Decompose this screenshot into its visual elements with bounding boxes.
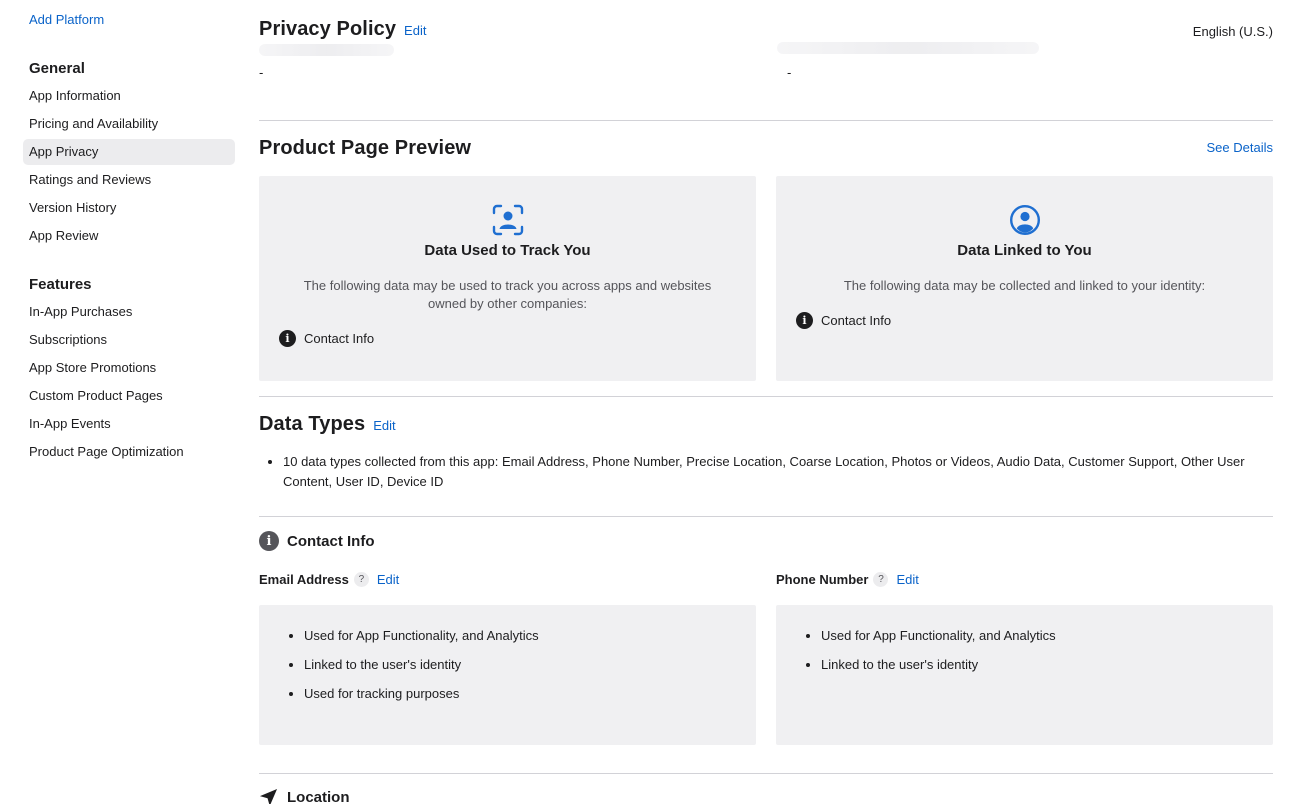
email-address-label: Email Address <box>259 572 349 587</box>
sidebar-item-custom-product-pages[interactable]: Custom Product Pages <box>23 383 235 409</box>
help-icon[interactable]: ? <box>353 572 369 587</box>
product-page-preview-title: Product Page Preview <box>259 137 472 159</box>
add-platform-link[interactable]: Add Platform <box>29 12 104 27</box>
divider <box>259 396 1273 397</box>
email-address-usage-card: Used for App Functionality, and Analytic… <box>259 605 756 745</box>
contact-info-header: i Contact Info <box>259 531 375 551</box>
linked-card-description: The following data may be collected and … <box>843 278 1206 293</box>
info-icon: i <box>259 531 279 551</box>
nav-group-general-title: General <box>29 60 85 77</box>
sidebar-item-app-review[interactable]: App Review <box>23 223 235 249</box>
sidebar-item-subscriptions[interactable]: Subscriptions <box>23 327 235 353</box>
phone-number-edit-link[interactable]: Edit <box>896 572 918 587</box>
list-item: Used for App Functionality, and Analytic… <box>304 627 539 656</box>
data-types-summary: 10 data types collected from this app: E… <box>283 452 1273 492</box>
data-types-edit-link[interactable]: Edit <box>373 418 395 433</box>
track-card-item-label: Contact Info <box>304 331 375 346</box>
sidebar-item-app-privacy[interactable]: App Privacy <box>23 139 235 165</box>
redacted-label <box>777 42 1039 54</box>
privacy-policy-edit-link[interactable]: Edit <box>404 23 426 38</box>
sidebar-item-pricing-and-availability[interactable]: Pricing and Availability <box>23 111 235 137</box>
track-card: Data Used to Track You The following dat… <box>259 176 756 381</box>
location-title: Location <box>287 789 350 804</box>
email-address-label-row: Email Address ? Edit <box>259 572 399 587</box>
info-icon: i <box>279 330 296 347</box>
email-address-usage-list: Used for App Functionality, and Analytic… <box>304 627 539 714</box>
person-circle-icon <box>1009 204 1040 236</box>
email-address-edit-link[interactable]: Edit <box>377 572 399 587</box>
privacy-policy-url-value: - <box>259 65 264 80</box>
redacted-label <box>259 44 394 56</box>
phone-number-label: Phone Number <box>776 572 869 587</box>
see-details-link[interactable]: See Details <box>1207 140 1273 155</box>
track-card-title: Data Used to Track You <box>424 242 591 259</box>
contact-info-title: Contact Info <box>287 532 375 550</box>
sidebar-item-ratings-and-reviews[interactable]: Ratings and Reviews <box>23 167 235 193</box>
sidebar-item-app-information[interactable]: App Information <box>23 83 235 109</box>
list-item: Linked to the user's identity <box>821 656 1056 685</box>
phone-number-usage-list: Used for App Functionality, and Analytic… <box>821 627 1056 685</box>
privacy-policy-title: Privacy Policy <box>259 18 397 40</box>
list-item: Linked to the user's identity <box>304 656 539 685</box>
linked-card-title: Data Linked to You <box>957 242 1092 259</box>
track-card-item: i Contact Info <box>279 330 374 347</box>
data-types-list: 10 data types collected from this app: E… <box>283 452 1273 492</box>
help-icon[interactable]: ? <box>873 572 889 587</box>
list-item: Used for App Functionality, and Analytic… <box>821 627 1056 656</box>
privacy-policy-header: Privacy Policy Edit <box>259 18 426 41</box>
main-content: Privacy Policy Edit English (U.S.) - - P… <box>259 0 1273 804</box>
list-item: Used for tracking purposes <box>304 685 539 714</box>
location-header: Location <box>259 788 350 804</box>
divider <box>259 773 1273 774</box>
phone-number-label-row: Phone Number ? Edit <box>776 572 919 587</box>
sidebar-item-in-app-events[interactable]: In-App Events <box>23 411 235 437</box>
sidebar-item-in-app-purchases[interactable]: In-App Purchases <box>23 299 235 325</box>
privacy-choices-url-value: - <box>787 65 792 80</box>
data-types-title: Data Types <box>259 413 366 435</box>
language-label: English (U.S.) <box>1192 24 1273 39</box>
data-types-header: Data Types Edit <box>259 413 396 436</box>
sidebar-item-version-history[interactable]: Version History <box>23 195 235 221</box>
linked-card-item-label: Contact Info <box>821 313 892 328</box>
track-card-description: The following data may be used to track … <box>303 278 712 311</box>
divider <box>259 516 1273 517</box>
location-arrow-icon <box>259 788 278 804</box>
divider <box>259 120 1273 121</box>
sidebar-item-app-store-promotions[interactable]: App Store Promotions <box>23 355 235 381</box>
phone-number-usage-card: Used for App Functionality, and Analytic… <box>776 605 1273 745</box>
sidebar-item-product-page-optimization[interactable]: Product Page Optimization <box>23 439 235 465</box>
sidebar: Add Platform General App Information Pri… <box>0 0 245 804</box>
info-icon: i <box>796 312 813 329</box>
linked-card: Data Linked to You The following data ma… <box>776 176 1273 381</box>
nav-group-features-title: Features <box>29 276 92 293</box>
person-viewfinder-icon <box>492 204 523 236</box>
linked-card-item: i Contact Info <box>796 312 891 329</box>
